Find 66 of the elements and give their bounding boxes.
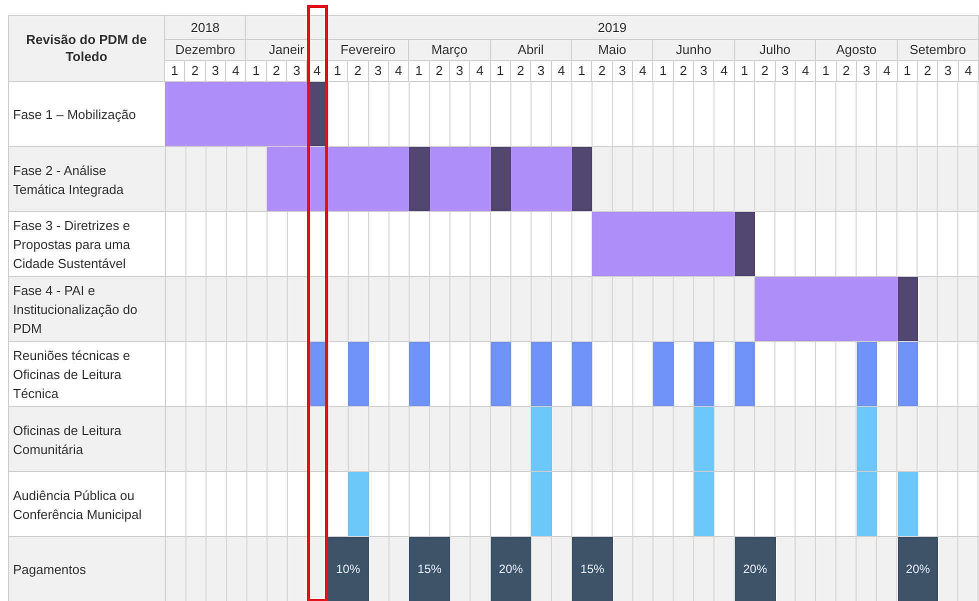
payment-block: 10% [328,537,368,601]
month-label: Julho [734,40,816,61]
month-label: Março [409,40,491,61]
week-number: 4 [470,61,491,82]
payment-block: 15% [572,537,613,601]
week-number: 4 [552,61,572,82]
year-label: 2018 [165,15,246,40]
task-label: Fase 4 - PAI e Institucionalização do PDM [13,282,138,338]
month-label: Setembro [898,40,979,61]
week-number: 2 [918,61,938,82]
week-number: 4 [714,61,735,82]
week-number: 2 [430,61,450,82]
task-label: Pagamentos [13,561,86,579]
task-label: Audiência Pública ou Conferência Municipal [13,486,143,524]
week-number: 4 [388,61,410,82]
week-number: 4 [633,61,654,82]
week-number: 1 [653,61,674,82]
week-number: 3 [612,61,634,82]
week-number: 3 [694,61,714,82]
year-label: 2019 [246,15,979,40]
task-label: Fase 1 – Mobilização [13,106,136,124]
month-label: Dezembro [165,40,246,61]
month-label: Janeir [246,40,328,61]
week-number: 2 [836,61,857,82]
payment-block: 15% [409,537,450,601]
week-number: 1 [572,61,592,82]
week-number: 1 [246,61,267,82]
week-number: 1 [165,61,186,82]
week-number: 2 [348,61,368,82]
week-number: 1 [898,61,918,82]
week-number: 3 [856,61,878,82]
payment-block: 20% [898,537,938,601]
task-label: Oficinas de Leitura Comunitária [13,422,122,458]
week-number: 3 [938,61,959,82]
month-label: Maio [572,40,654,61]
week-number: 1 [816,61,837,82]
week-number: 2 [755,61,776,82]
payment-block: 20% [490,537,532,601]
week-number: 4 [796,61,816,82]
week-number: 2 [185,61,206,82]
week-number: 4 [958,61,979,82]
task-label: Fase 2 - Análise Temática Integrada [13,162,125,198]
payment-block: 20% [734,537,776,601]
week-number: 2 [266,61,288,82]
chart-title: Revisão do PDM de Toledo [8,15,165,82]
week-number: 3 [368,61,389,82]
week-number: 3 [776,61,796,82]
week-number: 4 [226,61,246,82]
week-number: 3 [287,61,308,82]
month-label: Fevereiro [328,40,410,61]
week-number: 1 [409,61,430,82]
month-label: Agosto [816,40,898,61]
month-label: Junho [653,40,735,61]
week-number: 4 [877,61,898,82]
week-number: 2 [592,61,613,82]
week-number: 1 [734,61,756,82]
month-label: Abril [490,40,572,61]
task-label: Reuniões técnicas e Oficinas de Leitura Técnica [13,347,132,403]
week-number: 2 [510,61,532,82]
task-label: Fase 3 - Diretrizes e Propostas para uma Cidade Sustentável [13,217,132,273]
week-number: 1 [490,61,511,82]
week-number: 3 [531,61,552,82]
week-number: 1 [328,61,348,82]
week-number: 3 [450,61,470,82]
week-number: 2 [674,61,694,82]
week-number: 3 [206,61,226,82]
